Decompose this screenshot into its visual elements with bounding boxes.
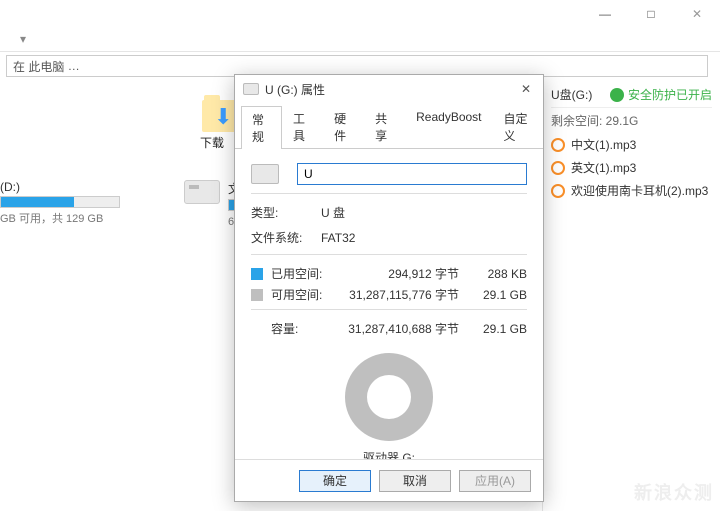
dialog-close-button[interactable]: ✕	[517, 82, 535, 96]
ribbon-caret-icon: ▾	[20, 32, 26, 46]
properties-dialog: U (G:) 属性 ✕ 常规 工具 硬件 共享 ReadyBoost 自定义 类…	[234, 74, 544, 502]
usb-file-item[interactable]: 中文(1).mp3	[551, 133, 712, 156]
usb-safety-label: 安全防护已开启	[628, 86, 712, 103]
type-value: U 盘	[321, 204, 345, 221]
used-human: 288 KB	[471, 267, 527, 281]
usb-file-item[interactable]: 欢迎使用南卡耳机(2).mp3	[551, 179, 712, 202]
dialog-titlebar[interactable]: U (G:) 属性 ✕	[235, 75, 543, 103]
filesystem-label: 文件系统:	[251, 229, 321, 246]
usb-side-panel: U盘(G:) 安全防护已开启 剩余空间: 29.1G 中文(1).mp3 英文(…	[542, 82, 720, 511]
audio-file-icon	[551, 138, 565, 152]
free-human: 29.1 GB	[471, 288, 527, 302]
usb-file-item[interactable]: 英文(1).mp3	[551, 156, 712, 179]
breadcrumb-suffix: …	[68, 59, 80, 73]
tab-hardware[interactable]: 硬件	[323, 105, 364, 148]
usb-panel-title: U盘(G:)	[551, 86, 592, 103]
drive-icon	[184, 180, 220, 204]
tab-readyboost[interactable]: ReadyBoost	[405, 105, 492, 148]
download-arrow-icon: ⬇	[214, 104, 232, 130]
usb-file-name: 英文(1).mp3	[571, 159, 636, 176]
dialog-tabs: 常规 工具 硬件 共享 ReadyBoost 自定义	[235, 105, 543, 149]
tab-tools[interactable]: 工具	[282, 105, 323, 148]
usb-safety-status[interactable]: 安全防护已开启	[610, 86, 712, 103]
tab-general[interactable]: 常规	[241, 106, 282, 149]
window-maximize-button[interactable]: □	[628, 0, 674, 28]
ok-button[interactable]: 确定	[299, 470, 371, 492]
drive-d[interactable]: (D:) GB 可用，共 129 GB	[0, 180, 120, 226]
explorer-ribbon: ▾	[0, 30, 720, 52]
free-label: 可用空间:	[271, 286, 333, 303]
capacity-label: 容量:	[271, 320, 333, 337]
audio-file-icon	[551, 161, 565, 175]
used-color-swatch	[251, 268, 263, 280]
drive-d-usage-bar	[0, 196, 120, 208]
audio-file-icon	[551, 184, 565, 198]
used-bytes: 294,912 字节	[333, 265, 471, 282]
free-color-swatch	[251, 289, 263, 301]
drive-name-input[interactable]	[297, 163, 527, 185]
usage-pie-chart	[345, 353, 433, 441]
breadcrumb-prefix: 在	[13, 58, 25, 75]
apply-button[interactable]: 应用(A)	[459, 470, 531, 492]
cancel-button[interactable]: 取消	[379, 470, 451, 492]
breadcrumb-location: 此电脑	[28, 58, 64, 75]
drive-large-icon	[251, 164, 279, 184]
window-minimize-button[interactable]: —	[582, 0, 628, 28]
filesystem-value: FAT32	[321, 231, 355, 245]
usb-file-name: 欢迎使用南卡耳机(2).mp3	[571, 182, 708, 199]
free-bytes: 31,287,115,776 字节	[333, 286, 471, 303]
drive-d-label: (D:)	[0, 180, 120, 194]
capacity-bytes: 31,287,410,688 字节	[333, 320, 471, 337]
window-close-button[interactable]: ✕	[674, 0, 720, 28]
drive-d-sub: GB 可用，共 129 GB	[0, 210, 120, 226]
drive-footer-label: 驱动器 G:	[251, 449, 527, 459]
shield-icon	[610, 88, 624, 102]
dialog-title: U (G:) 属性	[265, 81, 325, 98]
capacity-human: 29.1 GB	[471, 322, 527, 336]
usb-file-name: 中文(1).mp3	[571, 136, 636, 153]
tab-sharing[interactable]: 共享	[364, 105, 405, 148]
drive-icon	[243, 83, 259, 95]
tab-custom[interactable]: 自定义	[493, 105, 544, 148]
usb-free-space: 剩余空间: 29.1G	[551, 108, 712, 133]
type-label: 类型:	[251, 204, 321, 221]
used-label: 已用空间:	[271, 265, 333, 282]
